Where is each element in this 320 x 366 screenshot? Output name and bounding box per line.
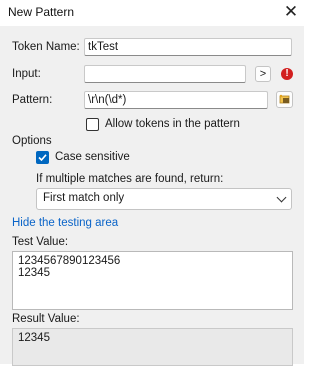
input-insert-button[interactable]: > <box>255 66 271 82</box>
options-heading: Options <box>12 135 52 147</box>
result-value-box: 12345 <box>12 328 293 366</box>
dialog-body: Token Name: tkTest Input: > ! Pattern: \… <box>0 26 304 366</box>
error-icon: ! <box>281 68 293 80</box>
hide-testing-link[interactable]: Hide the testing area <box>12 217 118 229</box>
token-name-input[interactable]: tkTest <box>84 38 292 56</box>
allow-tokens-checkbox[interactable] <box>86 118 99 131</box>
multiple-matches-select[interactable]: First match only <box>36 188 292 210</box>
checkmark-icon <box>38 154 47 162</box>
close-button[interactable]: ✕ <box>282 2 300 22</box>
case-sensitive-label: Case sensitive <box>55 151 130 163</box>
result-value-label: Result Value: <box>12 313 80 325</box>
test-value-textarea[interactable]: 1234567890123456 12345 <box>12 251 293 310</box>
test-value-label: Test Value: <box>12 236 69 248</box>
token-name-label: Token Name: <box>12 41 80 53</box>
pattern-wizard-button[interactable] <box>276 91 293 108</box>
wand-icon <box>279 94 290 104</box>
allow-tokens-label: Allow tokens in the pattern <box>105 118 240 130</box>
case-sensitive-checkbox[interactable] <box>36 151 49 164</box>
pattern-input[interactable]: \r\n(\d*) <box>84 91 268 109</box>
title-bar: New Pattern ✕ <box>0 0 304 26</box>
multiple-matches-value: First match only <box>43 192 125 204</box>
chevron-down-icon <box>276 192 287 203</box>
multiple-matches-label: If multiple matches are found, return: <box>36 173 224 185</box>
input-field[interactable] <box>84 65 246 83</box>
pattern-label: Pattern: <box>12 94 53 106</box>
input-label: Input: <box>12 68 41 80</box>
window-title: New Pattern <box>8 5 75 19</box>
